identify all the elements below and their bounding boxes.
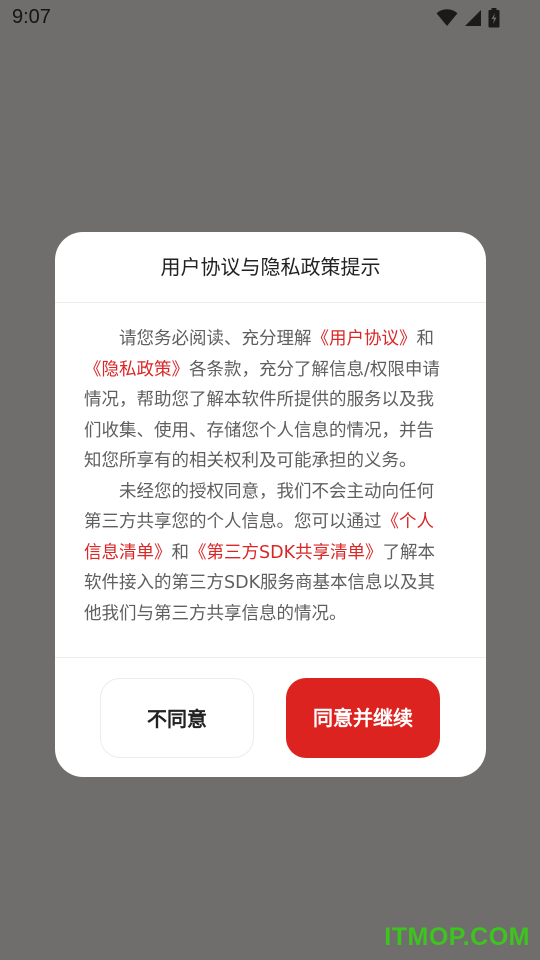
dialog-title: 用户协议与隐私政策提示 [160, 255, 381, 279]
third-party-sdk-list-link[interactable]: 《第三方SDK共享清单》 [189, 543, 383, 563]
dialog-body: 请您务必阅读、充分理解《用户协议》和《隐私政策》各条款，充分了解信息/权限申请情… [84, 324, 450, 629]
agreement-paragraph-1: 请您务必阅读、充分理解《用户协议》和《隐私政策》各条款，充分了解信息/权限申请情… [84, 324, 450, 477]
buttons-divider [55, 657, 486, 658]
paragraph2-text-2: 和 [171, 542, 190, 563]
battery-charging-icon [488, 8, 500, 28]
title-divider [55, 302, 486, 303]
status-time: 9:07 [12, 6, 51, 28]
paragraph1-text-1: 请您务必阅读、充分理解 [119, 329, 312, 349]
cellular-signal-icon [464, 9, 482, 27]
status-icons [436, 8, 500, 28]
agree-continue-button[interactable]: 同意并继续 [286, 678, 440, 758]
user-agreement-link[interactable]: 《用户协议》 [312, 329, 417, 349]
privacy-dialog: 用户协议与隐私政策提示 请您务必阅读、充分理解《用户协议》和《隐私政策》各条款，… [55, 232, 486, 777]
agreement-paragraph-2: 未经您的授权同意，我们不会主动向任何第三方共享您的个人信息。您可以通过《个人信息… [84, 477, 450, 630]
wifi-icon [436, 9, 458, 27]
paragraph1-text-2: 和 [416, 329, 435, 349]
watermark-logo: ITMOP.COM [384, 923, 530, 951]
disagree-button[interactable]: 不同意 [100, 678, 254, 758]
privacy-policy-link[interactable]: 《隐私政策》 [84, 360, 189, 380]
status-bar: 9:07 [0, 0, 540, 38]
